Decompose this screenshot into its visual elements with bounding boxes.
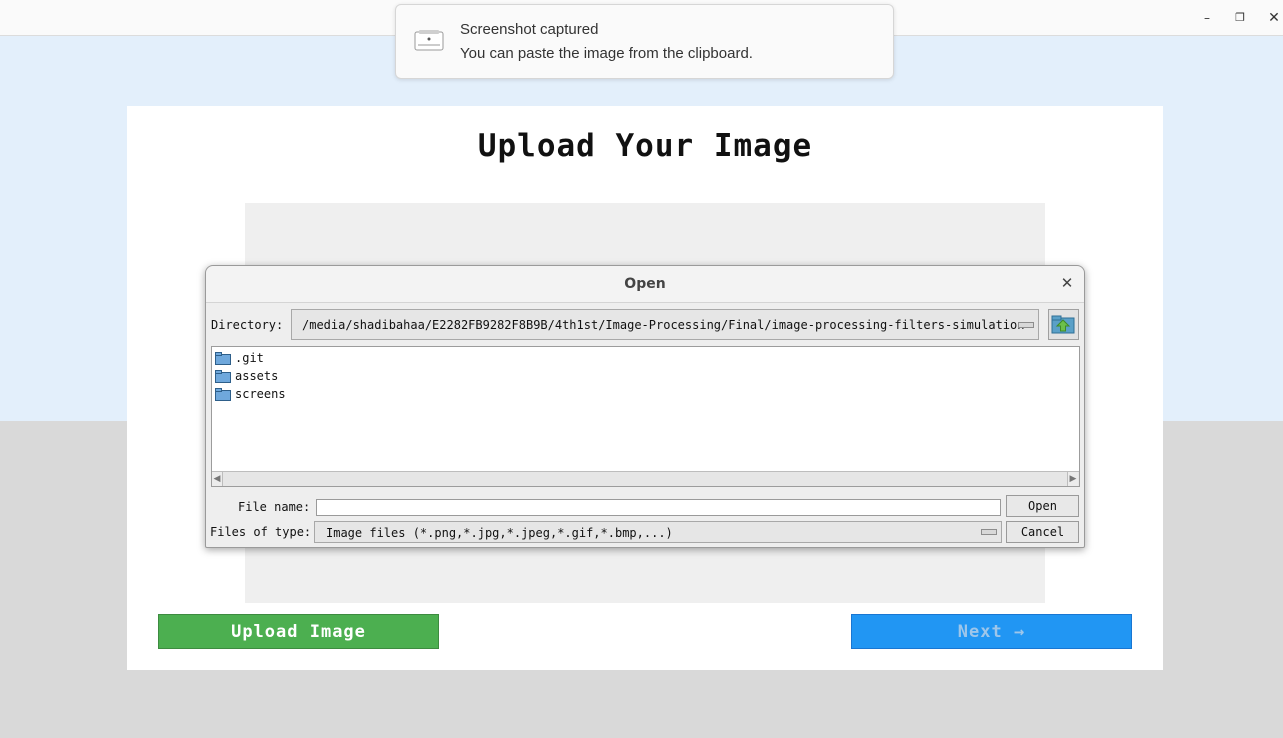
open-file-dialog: Open ✕ Directory: /media/shadibahaa/E228… [205,265,1085,548]
screenshot-icon [414,30,444,51]
scroll-right-icon[interactable]: ▶ [1067,472,1078,486]
list-item[interactable]: screens [215,386,286,402]
dialog-header: Open ✕ [206,266,1084,303]
file-name: assets [235,369,279,383]
file-name-label: File name: [238,500,311,514]
screenshot-notification[interactable]: Screenshot captured You can paste the im… [395,4,894,79]
next-button[interactable]: Next → [851,614,1132,649]
notification-title: Screenshot captured [460,21,599,38]
list-item[interactable]: .git [215,350,264,366]
list-item[interactable]: assets [215,368,278,384]
file-name: .git [235,351,264,365]
folder-icon [215,351,231,365]
files-of-type-label: Files of type: [210,525,312,539]
folder-icon [215,369,231,383]
up-folder-button[interactable] [1048,309,1079,340]
files-of-type-combo[interactable]: Image files (*.png,*.jpg,*.jpeg,*.gif,*.… [314,521,1002,543]
up-folder-icon [1051,315,1075,334]
close-window-icon[interactable]: ✕ [1265,9,1283,27]
folder-icon [215,387,231,401]
scroll-left-icon[interactable]: ◀ [212,472,223,486]
maximize-icon[interactable]: ❐ [1231,9,1249,27]
chevron-down-icon[interactable] [1018,322,1034,328]
open-button[interactable]: Open [1006,495,1079,517]
directory-combo[interactable]: /media/shadibahaa/E2282FB9282F8B9B/4th1s… [291,309,1039,340]
minimize-icon[interactable]: – [1198,9,1216,27]
file-name: screens [235,387,286,401]
chevron-down-icon[interactable] [981,529,997,535]
horizontal-scrollbar[interactable]: ◀ ▶ [212,471,1079,486]
directory-label: Directory: [211,318,284,332]
upload-image-button[interactable]: Upload Image [158,614,439,649]
directory-path: /media/shadibahaa/E2282FB9282F8B9B/4th1s… [302,318,1025,332]
cancel-button[interactable]: Cancel [1006,521,1079,543]
close-icon[interactable]: ✕ [1058,274,1076,292]
files-of-type-value: Image files (*.png,*.jpg,*.jpeg,*.gif,*.… [326,526,673,540]
page-title: Upload Your Image [477,128,813,164]
file-name-field[interactable] [316,499,1001,516]
file-list[interactable]: .git assets screens ◀ ▶ [211,346,1080,487]
dialog-title: Open [624,276,666,292]
notification-body: You can paste the image from the clipboa… [460,45,753,62]
